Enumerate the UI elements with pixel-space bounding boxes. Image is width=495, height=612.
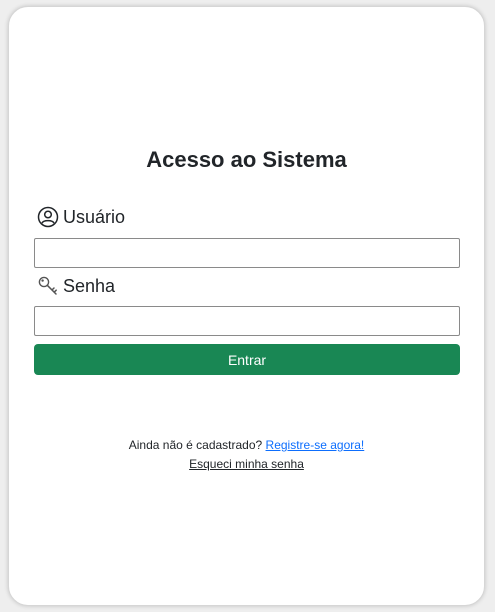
register-prompt-text: Ainda não é cadastrado? bbox=[128, 438, 263, 452]
username-input[interactable] bbox=[34, 238, 460, 268]
key-icon bbox=[37, 275, 59, 297]
password-label: Senha bbox=[37, 275, 115, 297]
login-card: Acesso ao Sistema Usuário Senha Entrar A… bbox=[8, 6, 485, 606]
password-label-text: Senha bbox=[63, 275, 116, 296]
login-button[interactable]: Entrar bbox=[34, 344, 460, 375]
username-label-text: Usuário bbox=[63, 206, 126, 227]
user-circle-icon bbox=[37, 206, 59, 228]
register-link[interactable]: Registre-se agora! bbox=[266, 438, 365, 452]
page-title: Acesso ao Sistema bbox=[146, 147, 347, 172]
forgot-password-link[interactable]: Esqueci minha senha bbox=[189, 457, 304, 471]
forgot-password-line: Esqueci minha senha bbox=[9, 457, 484, 471]
password-input[interactable] bbox=[34, 306, 460, 336]
username-label: Usuário bbox=[37, 206, 125, 228]
register-prompt-line: Ainda não é cadastrado? Registre-se agor… bbox=[9, 438, 484, 452]
